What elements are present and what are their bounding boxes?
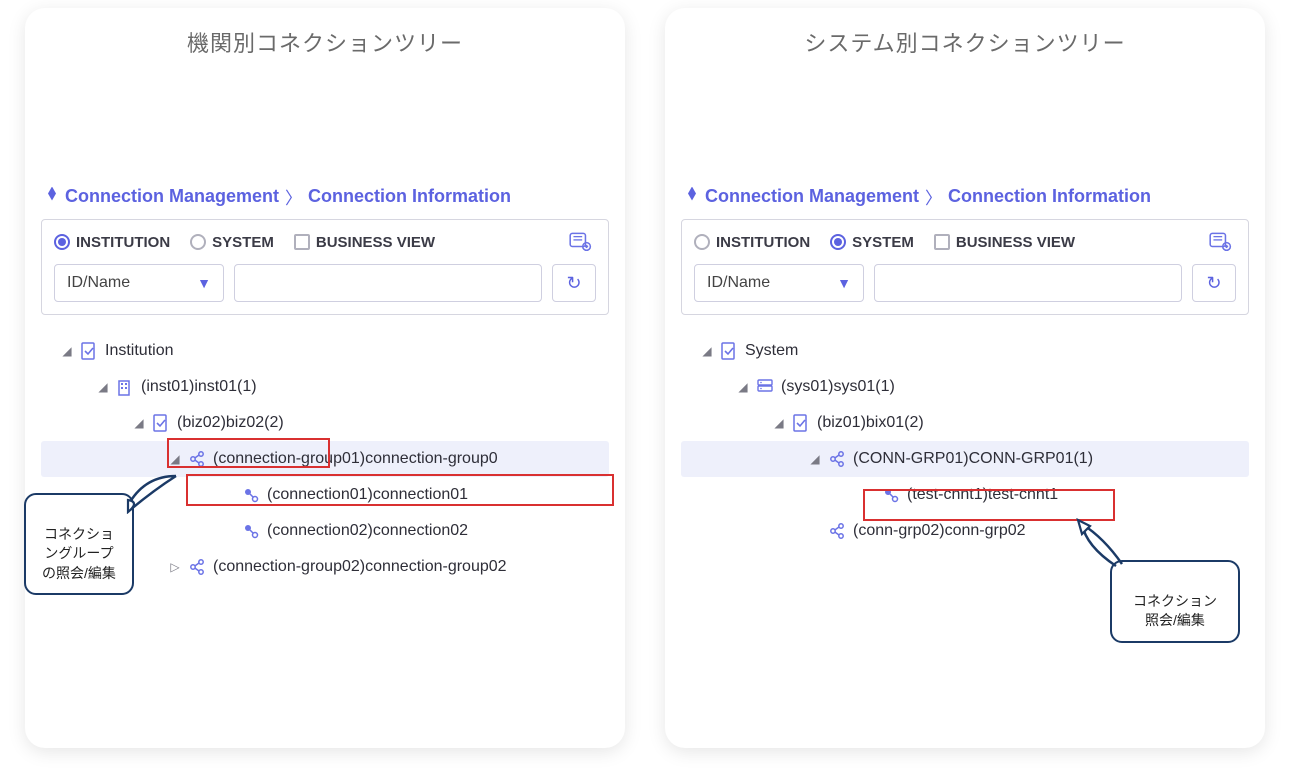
expand-icon[interactable]: ◢ — [61, 344, 73, 358]
tree-label: (conn-grp02)conn-grp02 — [853, 522, 1026, 540]
checkbox-business-view[interactable]: BUSINESS VIEW — [934, 234, 1075, 251]
doc-check-icon — [151, 413, 171, 433]
expand-icon[interactable]: ◢ — [773, 416, 785, 430]
search-input[interactable] — [874, 264, 1182, 302]
chevron-down-icon: ▼ — [197, 275, 211, 291]
doc-check-icon — [79, 341, 99, 361]
tree-label: System — [745, 342, 798, 360]
radio-icon — [190, 234, 206, 250]
callout-text: コネクショ ングループ の照会/編集 — [42, 526, 116, 581]
connection-icon — [241, 485, 261, 505]
radio-institution[interactable]: INSTITUTION — [54, 234, 170, 251]
tree-root[interactable]: ◢ Institution — [41, 333, 609, 369]
checkbox-icon — [934, 234, 950, 250]
callout-connection-group: コネクショ ングループ の照会/編集 — [24, 493, 134, 595]
expand-icon[interactable]: ◢ — [701, 344, 713, 358]
panel-title: 機関別コネクションツリー — [25, 26, 625, 58]
doc-check-icon — [791, 413, 811, 433]
server-icon — [755, 377, 775, 397]
expand-icon[interactable]: ◢ — [97, 380, 109, 394]
checkbox-business-view[interactable]: BUSINESS VIEW — [294, 234, 435, 251]
tree-node-inst[interactable]: ◢ (inst01)inst01(1) — [41, 369, 609, 405]
share-icon — [827, 449, 847, 469]
share-icon — [187, 449, 207, 469]
expand-icon[interactable]: ◢ — [809, 452, 821, 466]
panel-institution: 機関別コネクションツリー Connection Management 〉 Con… — [25, 8, 625, 748]
tree-label: (CONN-GRP01)CONN-GRP01(1) — [853, 450, 1093, 468]
tree-node-conn-group-2[interactable]: ◢ (conn-grp02)conn-grp02 — [681, 513, 1249, 549]
connection-icon — [881, 485, 901, 505]
radio-label: INSTITUTION — [716, 234, 810, 251]
collapse-icon[interactable]: ▷ — [169, 560, 181, 574]
refresh-button[interactable]: ↻ — [1192, 264, 1236, 302]
select-id-name[interactable]: ID/Name ▼ — [54, 264, 224, 302]
tree-node-biz[interactable]: ◢ (biz02)biz02(2) — [41, 405, 609, 441]
breadcrumb: Connection Management 〉 Connection Infor… — [665, 184, 1265, 219]
connection-icon — [241, 521, 261, 541]
tree-label: Institution — [105, 342, 173, 360]
callout-tail-icon — [1076, 518, 1136, 570]
callout-connection: コネクション 照会/編集 — [1110, 560, 1240, 643]
callout-text: コネクション 照会/編集 — [1133, 593, 1217, 629]
tree: ◢ System ◢ (sys01)sys01(1) ◢ (biz01)bix0… — [681, 333, 1249, 549]
radio-label: SYSTEM — [212, 234, 274, 251]
checkbox-icon — [294, 234, 310, 250]
radio-icon — [830, 234, 846, 250]
chevron-down-icon: ▼ — [837, 275, 851, 291]
breadcrumb-icon — [47, 191, 59, 203]
share-icon — [187, 557, 207, 577]
radio-icon — [54, 234, 70, 250]
radio-label: INSTITUTION — [76, 234, 170, 251]
breadcrumb-sep-icon: 〉 — [925, 184, 942, 209]
breadcrumb-icon — [687, 191, 699, 203]
breadcrumb-a[interactable]: Connection Management — [705, 186, 919, 207]
refresh-icon: ↻ — [566, 273, 581, 294]
filter-bar: INSTITUTION SYSTEM BUSINESS VIEW ID/Name… — [681, 219, 1249, 315]
select-id-name[interactable]: ID/Name ▼ — [694, 264, 864, 302]
building-icon — [115, 377, 135, 397]
tree-root[interactable]: ◢ System — [681, 333, 1249, 369]
expand-icon[interactable]: ◢ — [737, 380, 749, 394]
checkbox-label: BUSINESS VIEW — [316, 234, 435, 251]
tree-label: (test-cnnt1)test-cnnt1 — [907, 486, 1058, 504]
doc-check-icon — [719, 341, 739, 361]
tree-label: (inst01)inst01(1) — [141, 378, 257, 396]
tree-label: (connection01)connection01 — [267, 486, 468, 504]
tree-label: (sys01)sys01(1) — [781, 378, 895, 396]
radio-system[interactable]: SYSTEM — [830, 234, 914, 251]
breadcrumb: Connection Management 〉 Connection Infor… — [25, 184, 625, 219]
panel-title: システム別コネクションツリー — [665, 26, 1265, 58]
select-label: ID/Name — [67, 274, 130, 292]
tree-node-conn-group-1[interactable]: ◢ (CONN-GRP01)CONN-GRP01(1) — [681, 441, 1249, 477]
tree-node-sys[interactable]: ◢ (sys01)sys01(1) — [681, 369, 1249, 405]
breadcrumb-b[interactable]: Connection Information — [308, 186, 511, 207]
refresh-icon: ↻ — [1206, 273, 1221, 294]
breadcrumb-a[interactable]: Connection Management — [65, 186, 279, 207]
tree-label: (connection-group01)connection-group0 — [213, 450, 498, 468]
callout-tail-icon — [126, 472, 182, 514]
refresh-button[interactable]: ↻ — [552, 264, 596, 302]
share-icon — [827, 521, 847, 541]
tree-node-test-cnnt[interactable]: (test-cnnt1)test-cnnt1 — [681, 477, 1249, 513]
tree-label: (biz02)biz02(2) — [177, 414, 284, 432]
radio-institution[interactable]: INSTITUTION — [694, 234, 810, 251]
tree-label: (biz01)bix01(2) — [817, 414, 924, 432]
tree-label: (connection02)connection02 — [267, 522, 468, 540]
add-action-button[interactable] — [568, 230, 596, 254]
radio-system[interactable]: SYSTEM — [190, 234, 274, 251]
breadcrumb-b[interactable]: Connection Information — [948, 186, 1151, 207]
select-label: ID/Name — [707, 274, 770, 292]
filter-bar: INSTITUTION SYSTEM BUSINESS VIEW ID/Name… — [41, 219, 609, 315]
checkbox-label: BUSINESS VIEW — [956, 234, 1075, 251]
radio-icon — [694, 234, 710, 250]
radio-label: SYSTEM — [852, 234, 914, 251]
breadcrumb-sep-icon: 〉 — [285, 184, 302, 209]
tree-node-biz[interactable]: ◢ (biz01)bix01(2) — [681, 405, 1249, 441]
search-input[interactable] — [234, 264, 542, 302]
expand-icon[interactable]: ◢ — [169, 452, 181, 466]
add-action-button[interactable] — [1208, 230, 1236, 254]
tree-label: (connection-group02)connection-group02 — [213, 558, 507, 576]
expand-icon[interactable]: ◢ — [133, 416, 145, 430]
